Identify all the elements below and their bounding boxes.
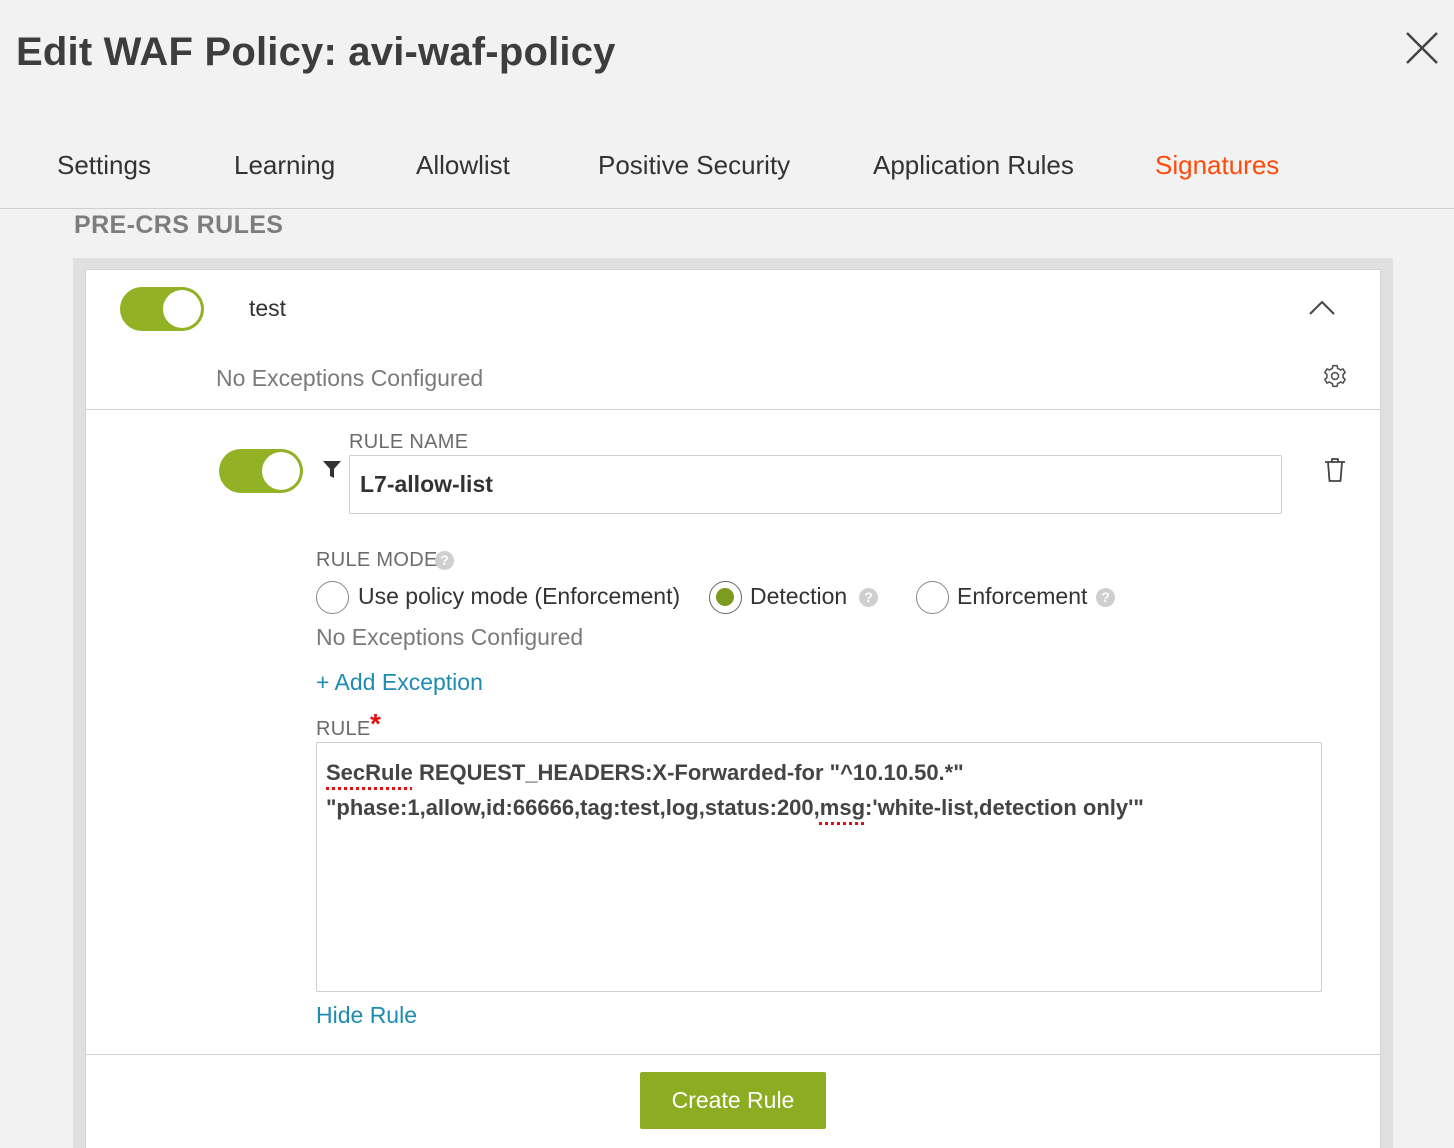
tab-signatures[interactable]: Signatures — [1155, 150, 1279, 181]
rule-keyword: SecRule — [326, 760, 413, 785]
rule-name-input[interactable] — [349, 455, 1282, 514]
tab-bar: Settings Learning Allowlist Positive Sec… — [0, 150, 1454, 190]
rule-enable-toggle[interactable] — [219, 449, 303, 493]
group-name: test — [249, 295, 287, 321]
radio-policy-mode[interactable] — [316, 581, 349, 614]
required-mark: * — [370, 708, 381, 739]
radio-detection[interactable] — [709, 581, 742, 614]
rule-keyword: msg — [819, 795, 866, 820]
tab-settings[interactable]: Settings — [57, 150, 151, 181]
rule-text: :'white-list,detection only'" — [865, 795, 1144, 820]
rule-textarea[interactable]: SecRule REQUEST_HEADERS:X-Forwarded-for … — [316, 742, 1322, 992]
rule-line-1: SecRule REQUEST_HEADERS:X-Forwarded-for … — [326, 755, 1312, 790]
help-icon[interactable]: ? — [1096, 588, 1115, 607]
page-title: Edit WAF Policy: avi-waf-policy — [16, 30, 616, 74]
rule-group-card — [85, 269, 1381, 1148]
hide-rule-link[interactable]: Hide Rule — [316, 1002, 417, 1029]
filter-icon[interactable] — [322, 459, 342, 481]
radio-enforcement[interactable] — [916, 581, 949, 614]
chevron-up-icon[interactable] — [1306, 295, 1338, 319]
tab-learning[interactable]: Learning — [234, 150, 335, 181]
tab-positive-security[interactable]: Positive Security — [598, 150, 790, 181]
rule-name-label: RULE NAME — [349, 431, 469, 453]
radio-detection-label[interactable]: Detection — [750, 583, 847, 610]
group-exceptions-text: No Exceptions Configured — [216, 365, 484, 391]
rule-label: RULE — [316, 718, 371, 740]
divider — [85, 1054, 1381, 1055]
help-icon[interactable]: ? — [859, 588, 878, 607]
add-exception-link[interactable]: + Add Exception — [316, 669, 483, 696]
help-icon[interactable]: ? — [435, 551, 454, 570]
create-rule-button[interactable]: Create Rule — [640, 1072, 826, 1129]
section-title: PRE-CRS RULES — [74, 211, 284, 239]
close-icon[interactable] — [1400, 26, 1444, 70]
divider — [85, 409, 1381, 410]
rule-text: "phase:1,allow,id:66666,tag:test,log,sta… — [326, 795, 820, 820]
group-enable-toggle[interactable] — [120, 287, 204, 331]
rule-line-2: "phase:1,allow,id:66666,tag:test,log,sta… — [326, 790, 1312, 825]
toggle-knob — [262, 452, 300, 490]
radio-dot — [716, 588, 734, 606]
modal-header: Edit WAF Policy: avi-waf-policy Settings… — [0, 0, 1454, 209]
radio-policy-mode-label[interactable]: Use policy mode (Enforcement) — [358, 583, 680, 610]
tab-application-rules[interactable]: Application Rules — [873, 150, 1074, 181]
toggle-knob — [163, 290, 201, 328]
tab-allowlist[interactable]: Allowlist — [416, 150, 510, 181]
rule-exceptions-text: No Exceptions Configured — [316, 624, 584, 650]
trash-icon[interactable] — [1323, 456, 1347, 484]
gear-icon[interactable] — [1322, 363, 1348, 389]
rule-text: REQUEST_HEADERS:X-Forwarded-for "^10.10.… — [412, 760, 964, 785]
radio-enforcement-label[interactable]: Enforcement — [957, 583, 1087, 610]
rule-mode-label: RULE MODE — [316, 549, 438, 571]
